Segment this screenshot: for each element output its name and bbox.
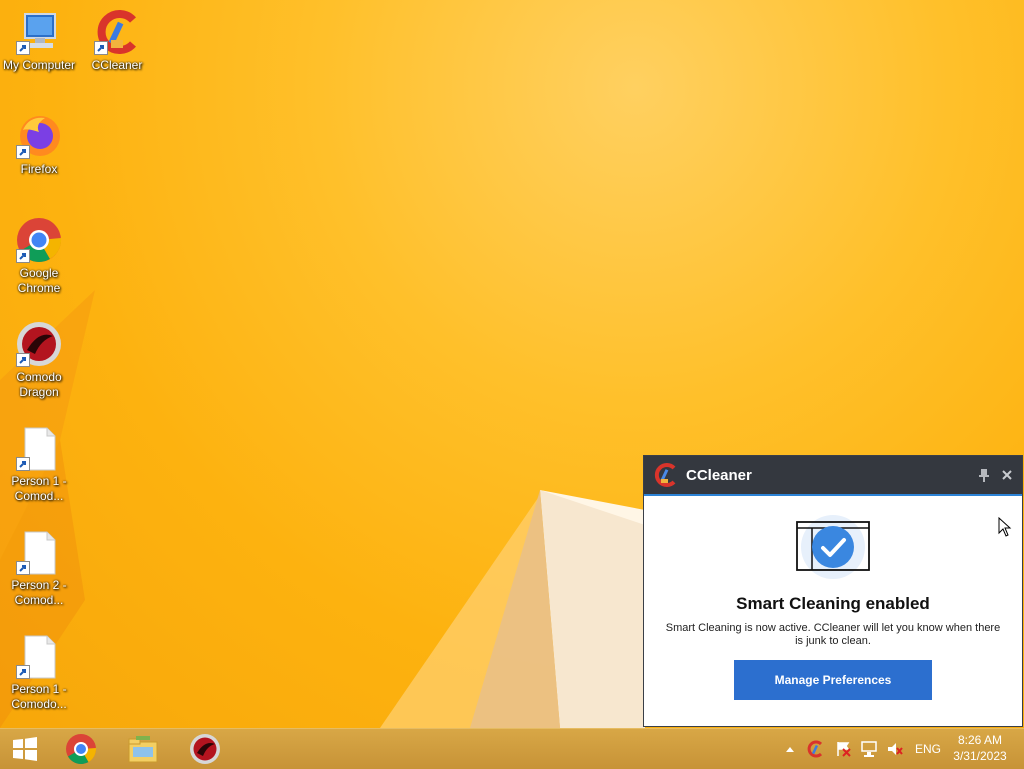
language-indicator[interactable]: ENG bbox=[915, 742, 941, 756]
network-icon[interactable] bbox=[860, 740, 878, 758]
document-icon bbox=[15, 632, 63, 680]
ccleaner-icon bbox=[652, 462, 678, 488]
comodo-dragon-icon bbox=[190, 734, 220, 764]
close-icon[interactable] bbox=[1002, 470, 1012, 480]
desktop-icon-label: Google Chrome bbox=[17, 266, 61, 295]
ccleaner-icon bbox=[93, 8, 141, 56]
desktop-icon-label: Firefox bbox=[20, 162, 58, 176]
desktop-icon-person-1[interactable]: Person 1 - Comod... bbox=[0, 424, 78, 504]
desktop-icon-label: Person 1 - Comodo... bbox=[11, 682, 67, 711]
desktop-icon-label: Person 2 - Comod... bbox=[11, 578, 67, 607]
mouse-cursor-icon bbox=[998, 517, 1012, 537]
desktop-icon-label: Comodo Dragon bbox=[16, 370, 62, 399]
taskbar-chrome[interactable] bbox=[56, 731, 106, 767]
clock-time: 8:26 AM bbox=[957, 733, 1003, 747]
comodo-dragon-icon bbox=[15, 320, 63, 368]
notification-header: CCleaner bbox=[644, 456, 1022, 496]
computer-icon bbox=[15, 8, 63, 56]
ccleaner-notification: CCleaner Smart Cleaning enabled Smart Cl… bbox=[643, 455, 1023, 727]
desktop-icon-person-2[interactable]: Person 2 - Comod... bbox=[0, 528, 78, 608]
clock[interactable]: 8:26 AM 3/31/2023 bbox=[945, 732, 1015, 764]
start-button[interactable] bbox=[0, 731, 50, 767]
document-icon bbox=[15, 528, 63, 576]
taskbar-comodo-dragon[interactable] bbox=[180, 731, 230, 767]
desktop-icon-label: Person 1 - Comod... bbox=[11, 474, 67, 503]
chrome-icon bbox=[15, 216, 63, 264]
desktop-icon-ccleaner[interactable]: CCleaner bbox=[78, 8, 156, 73]
windows-logo-icon bbox=[13, 737, 37, 761]
desktop-icon-comodo-dragon[interactable]: Comodo Dragon bbox=[0, 320, 78, 400]
clock-date: 3/31/2023 bbox=[953, 749, 1007, 763]
shortcut-arrow-icon bbox=[16, 249, 30, 263]
document-icon bbox=[15, 424, 63, 472]
shortcut-arrow-icon bbox=[94, 41, 108, 55]
taskbar: ENG 8:26 AM 3/31/2023 bbox=[0, 728, 1024, 769]
desktop-icon-my-computer[interactable]: My Computer bbox=[0, 8, 78, 73]
shortcut-arrow-icon bbox=[16, 353, 30, 367]
smart-cleaning-illustration bbox=[788, 512, 878, 582]
firefox-icon bbox=[15, 112, 63, 160]
shortcut-arrow-icon bbox=[16, 145, 30, 159]
chrome-icon bbox=[66, 734, 97, 765]
volume-muted-icon[interactable] bbox=[886, 740, 904, 758]
action-center-icon[interactable] bbox=[834, 740, 852, 758]
taskbar-file-explorer[interactable] bbox=[118, 731, 168, 767]
manage-preferences-button[interactable]: Manage Preferences bbox=[734, 660, 932, 700]
shortcut-arrow-icon bbox=[16, 41, 30, 55]
notification-app-name: CCleaner bbox=[686, 466, 752, 484]
shortcut-arrow-icon bbox=[16, 457, 30, 471]
show-hidden-icons-icon[interactable] bbox=[784, 745, 796, 753]
shortcut-arrow-icon bbox=[16, 561, 30, 575]
desktop-icon-label: CCleaner bbox=[91, 58, 143, 72]
file-explorer-icon bbox=[128, 736, 158, 763]
pin-icon[interactable] bbox=[978, 468, 990, 482]
desktop-icon-firefox[interactable]: Firefox bbox=[0, 112, 78, 177]
desktop-icon-google-chrome[interactable]: Google Chrome bbox=[0, 216, 78, 296]
notification-heading: Smart Cleaning enabled bbox=[736, 594, 930, 613]
ccleaner-tray-icon[interactable] bbox=[806, 740, 824, 758]
notification-message: Smart Cleaning is now active. CCleaner w… bbox=[665, 622, 1001, 647]
desktop-icon-person-1-alt[interactable]: Person 1 - Comodo... bbox=[0, 632, 78, 712]
shortcut-arrow-icon bbox=[16, 665, 30, 679]
desktop-icon-label: My Computer bbox=[2, 58, 76, 72]
